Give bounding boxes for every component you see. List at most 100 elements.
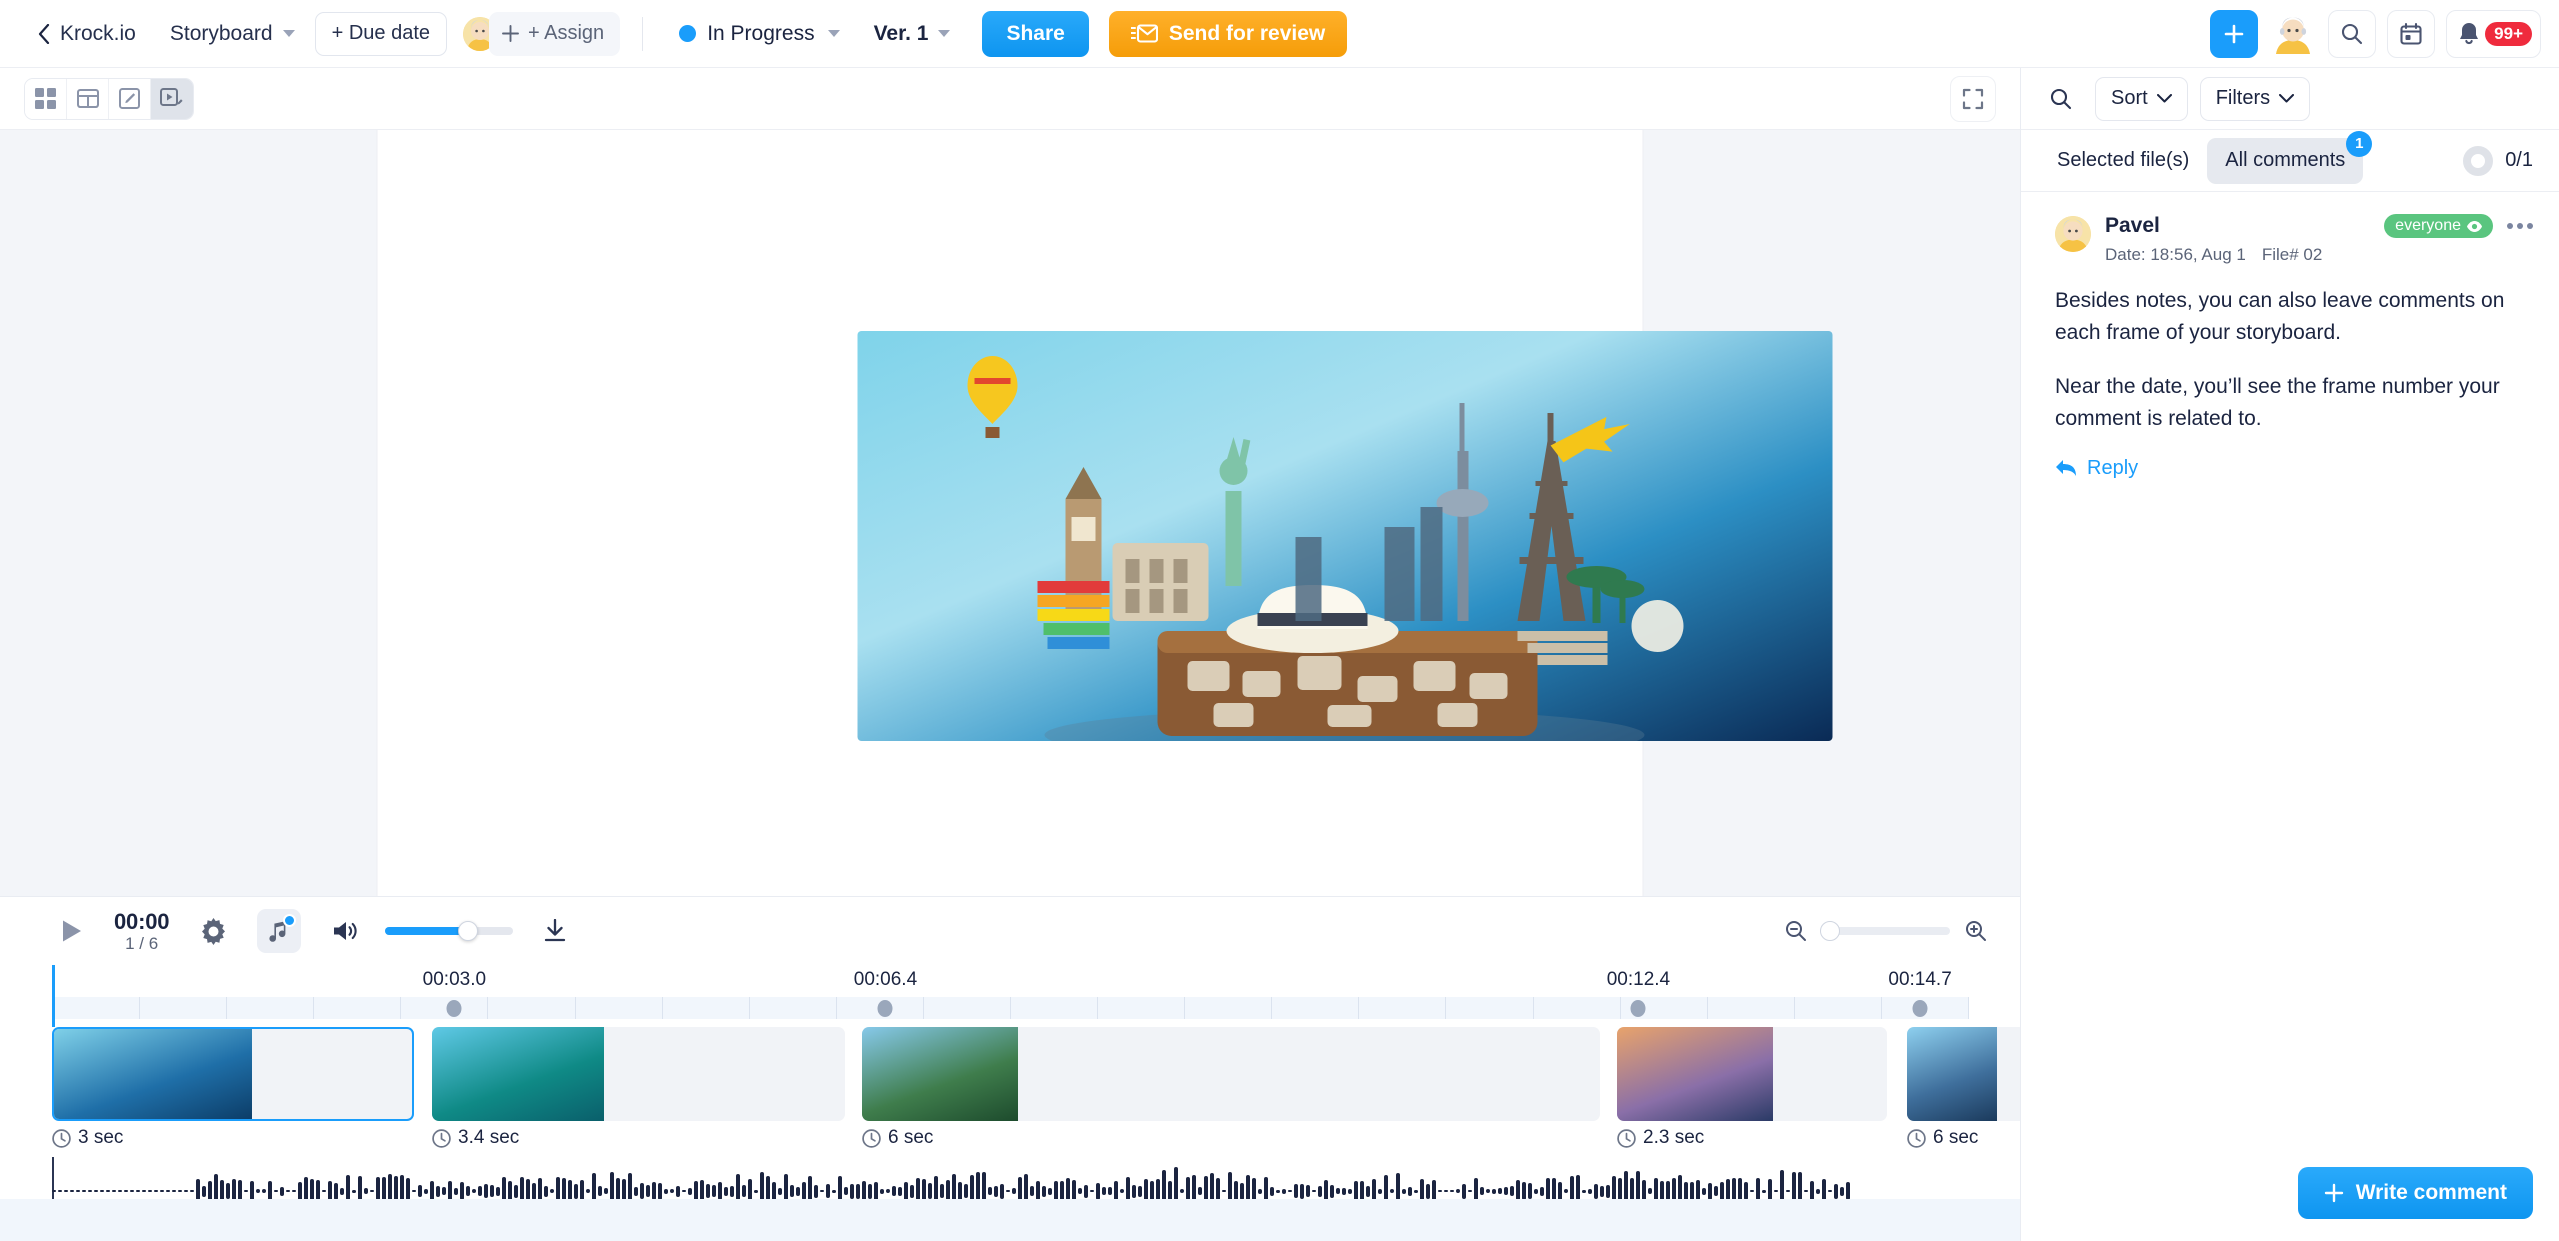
shot-strip[interactable]: 3 sec 3.4 sec 6 sec 2.3 sec 6 sec bbox=[52, 1027, 2207, 1157]
timeline-ruler[interactable]: 00:03.0 00:06.4 00:12.4 00:14.7 bbox=[0, 965, 2020, 1027]
fullscreen-button[interactable] bbox=[1950, 75, 1996, 122]
audio-track-button[interactable] bbox=[257, 909, 302, 953]
waveform-bar bbox=[1378, 1188, 1382, 1194]
waveform-bar bbox=[244, 1190, 248, 1192]
share-button[interactable]: Share bbox=[982, 10, 1089, 57]
waveform-bar bbox=[514, 1184, 518, 1198]
shot-item[interactable] bbox=[1617, 1027, 1887, 1121]
comments-list[interactable]: Pavel Date: 18:56, Aug 1 File# 02 everyo… bbox=[2021, 192, 2559, 1241]
comment-menu-icon[interactable] bbox=[2507, 223, 2533, 229]
volume-knob[interactable] bbox=[458, 921, 479, 941]
visibility-badge[interactable]: everyone bbox=[2384, 214, 2493, 238]
gear-icon bbox=[201, 917, 225, 945]
ruler-bar[interactable] bbox=[52, 997, 1969, 1019]
shot-item[interactable] bbox=[432, 1027, 845, 1121]
resolved-count: 0/1 bbox=[2505, 149, 2533, 171]
waveform-bar bbox=[994, 1185, 998, 1197]
write-comment-wrap: Write comment bbox=[2297, 1167, 2533, 1219]
storyboard-canvas[interactable]: Embarking on a New Journey: Embracing Ch… bbox=[0, 130, 2020, 896]
waveform-bar bbox=[1102, 1187, 1106, 1195]
calendar-button[interactable] bbox=[2387, 9, 2436, 58]
tab-selected-files-label: Selected file(s) bbox=[2057, 149, 2190, 171]
version-dropdown[interactable]: Ver. 1 bbox=[860, 12, 965, 56]
filters-dropdown[interactable]: Filters bbox=[2199, 76, 2311, 121]
waveform-bar bbox=[1468, 1190, 1472, 1192]
waveform-bar bbox=[1540, 1186, 1544, 1196]
waveform-bar bbox=[904, 1181, 908, 1201]
sort-dropdown[interactable]: Sort bbox=[2095, 76, 2188, 121]
waveform-bar bbox=[94, 1190, 98, 1192]
table-icon bbox=[76, 89, 99, 108]
write-comment-button[interactable]: Write comment bbox=[2297, 1167, 2533, 1219]
waveform-bar bbox=[1492, 1188, 1496, 1194]
table-view-button[interactable] bbox=[67, 78, 109, 119]
comment-author: Pavel bbox=[2105, 214, 2160, 237]
user-avatar-button[interactable] bbox=[2269, 9, 2318, 58]
settings-button[interactable] bbox=[191, 909, 235, 953]
waveform-bar bbox=[352, 1189, 356, 1193]
shot-thumbnail bbox=[54, 1029, 252, 1119]
waveform-bar bbox=[292, 1190, 296, 1192]
create-button[interactable] bbox=[2210, 9, 2259, 58]
waveform-bar bbox=[1090, 1190, 1094, 1192]
clock-icon bbox=[1617, 1128, 1636, 1148]
ruler-tick bbox=[226, 997, 228, 1019]
shot-marker-dot[interactable] bbox=[446, 1000, 462, 1017]
waveform-bar bbox=[1666, 1181, 1670, 1201]
shot-marker-dot[interactable] bbox=[1912, 1000, 1928, 1017]
waveform-bar bbox=[286, 1190, 290, 1192]
waveform-bar bbox=[1528, 1183, 1532, 1199]
shot-marker-dot[interactable] bbox=[1630, 1000, 1646, 1017]
send-for-review-button[interactable]: Send for review bbox=[1108, 10, 1348, 57]
tab-selected-files[interactable]: Selected file(s) bbox=[2039, 138, 2207, 184]
due-date-button[interactable]: + Due date bbox=[314, 11, 448, 56]
waveform-bar bbox=[262, 1189, 266, 1193]
waveform-bar bbox=[418, 1185, 422, 1197]
animatic-view-button[interactable] bbox=[151, 78, 193, 119]
status-dropdown[interactable]: In Progress bbox=[665, 12, 853, 56]
waveform-bar bbox=[1276, 1189, 1280, 1193]
waveform-bar bbox=[112, 1190, 116, 1192]
shot-item[interactable] bbox=[52, 1027, 414, 1121]
playhead[interactable] bbox=[52, 965, 55, 1027]
view-mode-group bbox=[24, 77, 194, 120]
shot-marker-dot[interactable] bbox=[877, 1000, 893, 1017]
back-label: Krock.io bbox=[60, 21, 136, 45]
waveform-bar bbox=[70, 1190, 74, 1192]
top-bar: Krock.io Storyboard + Due date + Assign bbox=[0, 0, 2559, 68]
project-dropdown[interactable]: Storyboard bbox=[156, 12, 309, 56]
waveform-bar bbox=[274, 1190, 278, 1192]
resolved-indicator[interactable]: 0/1 bbox=[2463, 145, 2541, 176]
volume-button[interactable] bbox=[323, 909, 367, 953]
comments-toolbar: Sort Filters bbox=[2021, 68, 2559, 130]
tab-all-comments[interactable]: All comments 1 bbox=[2207, 130, 2373, 184]
comment-author-block: Pavel Date: 18:56, Aug 1 File# 02 bbox=[2105, 214, 2322, 265]
filters-label: Filters bbox=[2215, 87, 2271, 109]
download-button[interactable] bbox=[535, 911, 575, 951]
comment-avatar[interactable] bbox=[2055, 216, 2091, 252]
frame-counter: 1 / 6 bbox=[125, 933, 159, 953]
animatic-play-icon bbox=[160, 88, 183, 106]
waveform-bar bbox=[1564, 1189, 1568, 1193]
zoom-in-icon[interactable] bbox=[1964, 919, 1988, 943]
assign-button[interactable]: + Assign bbox=[489, 11, 621, 56]
notifications-button[interactable]: 99+ bbox=[2446, 9, 2541, 58]
waveform-bar bbox=[322, 1190, 326, 1192]
play-button[interactable] bbox=[52, 911, 92, 951]
grid-view-button[interactable] bbox=[25, 78, 67, 119]
back-button[interactable]: Krock.io bbox=[24, 12, 150, 56]
search-button[interactable] bbox=[2328, 9, 2377, 58]
waveform-bar bbox=[334, 1182, 338, 1200]
zoom-out-icon[interactable] bbox=[1784, 919, 1808, 943]
timeline-zoom-slider[interactable] bbox=[1820, 921, 1950, 941]
timeline-zoom-knob[interactable] bbox=[1820, 921, 1840, 941]
waveform-bar bbox=[1054, 1181, 1058, 1201]
draw-view-button[interactable] bbox=[109, 78, 151, 119]
shot-item[interactable] bbox=[862, 1027, 1600, 1121]
comments-search-button[interactable] bbox=[2039, 77, 2083, 121]
waveform-bar bbox=[340, 1187, 344, 1195]
reply-button[interactable]: Reply bbox=[2055, 457, 2533, 480]
volume-slider[interactable] bbox=[385, 921, 514, 941]
current-frame-image[interactable] bbox=[857, 331, 1833, 741]
waveform-bar bbox=[1510, 1186, 1514, 1196]
